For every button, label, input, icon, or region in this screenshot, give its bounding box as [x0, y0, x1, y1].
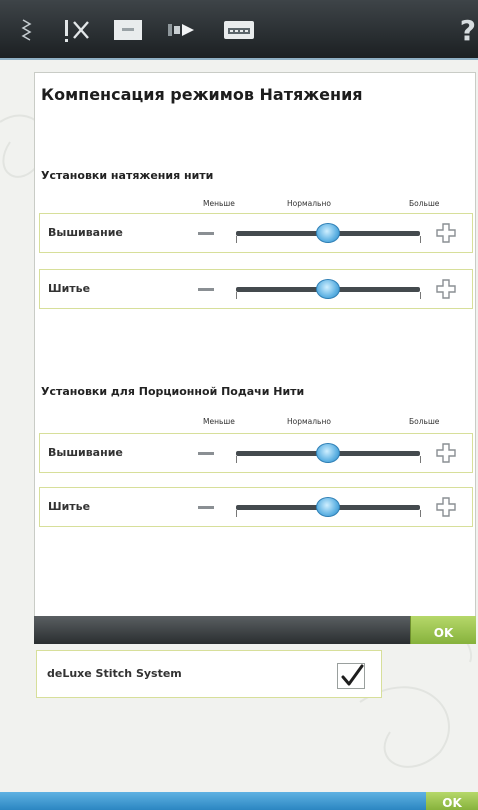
scale-high-label: Больше: [409, 417, 440, 426]
slider-row-sewing-portion: Шитье: [39, 487, 473, 527]
slider-row-embroidery-portion: Вышивание: [39, 433, 473, 473]
display-icon[interactable]: [112, 16, 144, 48]
needle-arrow-icon[interactable]: [166, 16, 200, 48]
panel-footer-bar: OK: [34, 616, 476, 644]
bottom-ok-button[interactable]: OK: [426, 792, 478, 810]
bottom-bar: OK: [0, 792, 478, 810]
scale-high-label: Больше: [409, 199, 440, 208]
deluxe-stitch-system-label: deLuxe Stitch System: [47, 667, 182, 680]
minus-icon[interactable]: [198, 506, 214, 509]
checkmark-icon: [341, 664, 364, 686]
slider-label: Вышивание: [48, 446, 123, 459]
plus-icon[interactable]: [436, 497, 456, 517]
slider-tick: [420, 236, 421, 243]
minus-icon[interactable]: [198, 232, 214, 235]
tension-compensation-panel: Компенсация режимов Натяжения Установки …: [34, 72, 476, 644]
top-toolbar: ?: [0, 0, 478, 60]
scale-low-label: Меньше: [203, 417, 235, 426]
scale-labels: Меньше Нормально Больше: [195, 417, 477, 429]
deluxe-stitch-system-row[interactable]: deLuxe Stitch System: [36, 650, 382, 698]
deluxe-stitch-system-checkbox[interactable]: [337, 663, 365, 689]
help-button[interactable]: ?: [460, 14, 476, 47]
slider-thumb[interactable]: [316, 279, 340, 299]
minus-icon[interactable]: [198, 452, 214, 455]
thread-icon[interactable]: [62, 16, 92, 48]
slider-label: Шитье: [48, 500, 91, 513]
slider-tick: [236, 456, 237, 463]
keyboard-icon[interactable]: [222, 16, 256, 48]
slider-tick: [236, 510, 237, 517]
scale-labels: Меньше Нормально Больше: [195, 199, 477, 211]
plus-icon[interactable]: [436, 443, 456, 463]
section-title-thread-portion: Установки для Порционной Подачи Нити: [41, 385, 305, 398]
slider-tick: [236, 236, 237, 243]
plus-icon[interactable]: [436, 279, 456, 299]
scale-mid-label: Нормально: [287, 417, 331, 426]
section-title-thread-tension: Установки натяжения нити: [41, 169, 214, 182]
slider-row-embroidery-tension: Вышивание: [39, 213, 473, 253]
slider-tick: [420, 292, 421, 299]
slider-label: Вышивание: [48, 226, 123, 239]
slider-label: Шитье: [48, 282, 91, 295]
drag-handle-icon: [20, 16, 34, 48]
panel-title: Компенсация режимов Натяжения: [41, 85, 363, 104]
slider-thumb[interactable]: [316, 443, 340, 463]
scale-low-label: Меньше: [203, 199, 235, 208]
slider-thumb[interactable]: [316, 497, 340, 517]
plus-icon[interactable]: [436, 223, 456, 243]
ok-button[interactable]: OK: [410, 616, 476, 644]
slider-row-sewing-tension: Шитье: [39, 269, 473, 309]
slider-tick: [420, 510, 421, 517]
slider-tick: [420, 456, 421, 463]
slider-tick: [236, 292, 237, 299]
minus-icon[interactable]: [198, 288, 214, 291]
scale-mid-label: Нормально: [287, 199, 331, 208]
slider-thumb[interactable]: [316, 223, 340, 243]
